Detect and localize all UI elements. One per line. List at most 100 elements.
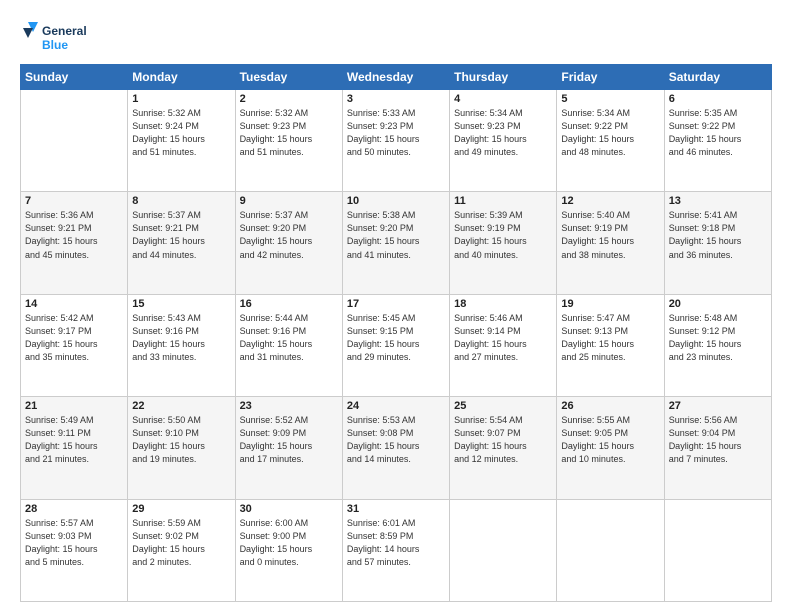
calendar-cell: 18Sunrise: 5:46 AM Sunset: 9:14 PM Dayli… [450, 294, 557, 396]
day-info: Sunrise: 5:55 AM Sunset: 9:05 PM Dayligh… [561, 414, 659, 466]
calendar-cell: 22Sunrise: 5:50 AM Sunset: 9:10 PM Dayli… [128, 397, 235, 499]
calendar-cell: 23 Sunrise: 5:52 AM Sunset: 9:09 PM Dayli… [235, 397, 342, 499]
day-number: 25 [454, 400, 552, 412]
calendar-cell: 10 Sunrise: 5:38 AM Sunset: 9:20 PM Dayli… [342, 192, 449, 294]
calendar-cell: 30 Sunrise: 6:00 AM Sunset: 9:00 PM Dayli… [235, 499, 342, 601]
day-number: 27 [669, 400, 767, 412]
logo-svg: General Blue [20, 18, 90, 56]
calendar-week-5: 28Sunrise: 5:57 AM Sunset: 9:03 PM Dayli… [21, 499, 772, 601]
day-info: Sunrise: 5:32 AM Sunset: 9:24 PM Dayligh… [132, 107, 230, 159]
day-info: Sunrise: 5:52 AM Sunset: 9:09 PM Dayligh… [240, 414, 338, 466]
day-number: 13 [669, 195, 767, 207]
day-number: 24 [347, 400, 445, 412]
calendar-cell: 7 Sunrise: 5:36 AM Sunset: 9:21 PM Daylig… [21, 192, 128, 294]
col-header-thursday: Thursday [450, 65, 557, 90]
day-info: Sunrise: 5:43 AM Sunset: 9:16 PM Dayligh… [132, 312, 230, 364]
day-number: 5 [561, 93, 659, 105]
day-info: Sunrise: 5:53 AM Sunset: 9:08 PM Dayligh… [347, 414, 445, 466]
day-info: Sunrise: 5:38 AM Sunset: 9:20 PM Dayligh… [347, 209, 445, 261]
calendar-cell [664, 499, 771, 601]
day-number: 6 [669, 93, 767, 105]
logo: General Blue [20, 18, 90, 56]
day-info: Sunrise: 5:41 AM Sunset: 9:18 PM Dayligh… [669, 209, 767, 261]
day-number: 7 [25, 195, 123, 207]
day-number: 3 [347, 93, 445, 105]
col-header-sunday: Sunday [21, 65, 128, 90]
day-number: 20 [669, 298, 767, 310]
calendar-cell: 20 Sunrise: 5:48 AM Sunset: 9:12 PM Dayli… [664, 294, 771, 396]
day-number: 18 [454, 298, 552, 310]
day-info: Sunrise: 6:01 AM Sunset: 8:59 PM Dayligh… [347, 517, 445, 569]
day-number: 15 [132, 298, 230, 310]
calendar-cell: 17Sunrise: 5:45 AM Sunset: 9:15 PM Dayli… [342, 294, 449, 396]
day-number: 31 [347, 503, 445, 515]
day-info: Sunrise: 5:37 AM Sunset: 9:20 PM Dayligh… [240, 209, 338, 261]
svg-text:General: General [42, 24, 87, 38]
page-header: General Blue [20, 18, 772, 56]
calendar-cell: 15 Sunrise: 5:43 AM Sunset: 9:16 PM Dayli… [128, 294, 235, 396]
day-number: 29 [132, 503, 230, 515]
day-number: 16 [240, 298, 338, 310]
day-info: Sunrise: 5:32 AM Sunset: 9:23 PM Dayligh… [240, 107, 338, 159]
day-info: Sunrise: 5:34 AM Sunset: 9:22 PM Dayligh… [561, 107, 659, 159]
calendar-cell: 2 Sunrise: 5:32 AM Sunset: 9:23 PM Daylig… [235, 90, 342, 192]
day-number: 22 [132, 400, 230, 412]
day-number: 11 [454, 195, 552, 207]
col-header-monday: Monday [128, 65, 235, 90]
calendar-cell: 12 Sunrise: 5:40 AM Sunset: 9:19 PM Dayli… [557, 192, 664, 294]
calendar-cell: 24 Sunrise: 5:53 AM Sunset: 9:08 PM Dayli… [342, 397, 449, 499]
calendar-cell: 5 Sunrise: 5:34 AM Sunset: 9:22 PM Daylig… [557, 90, 664, 192]
day-info: Sunrise: 5:40 AM Sunset: 9:19 PM Dayligh… [561, 209, 659, 261]
day-info: Sunrise: 5:44 AM Sunset: 9:16 PM Dayligh… [240, 312, 338, 364]
day-info: Sunrise: 6:00 AM Sunset: 9:00 PM Dayligh… [240, 517, 338, 569]
calendar-cell: 27Sunrise: 5:56 AM Sunset: 9:04 PM Dayli… [664, 397, 771, 499]
day-number: 4 [454, 93, 552, 105]
calendar-cell: 31 Sunrise: 6:01 AM Sunset: 8:59 PM Dayli… [342, 499, 449, 601]
day-number: 28 [25, 503, 123, 515]
svg-text:Blue: Blue [42, 38, 68, 52]
calendar-week-4: 21 Sunrise: 5:49 AM Sunset: 9:11 PM Dayli… [21, 397, 772, 499]
calendar-cell: 19 Sunrise: 5:47 AM Sunset: 9:13 PM Dayli… [557, 294, 664, 396]
calendar-cell: 21 Sunrise: 5:49 AM Sunset: 9:11 PM Dayli… [21, 397, 128, 499]
col-header-saturday: Saturday [664, 65, 771, 90]
day-number: 14 [25, 298, 123, 310]
calendar-cell: 16 Sunrise: 5:44 AM Sunset: 9:16 PM Dayli… [235, 294, 342, 396]
day-number: 10 [347, 195, 445, 207]
day-info: Sunrise: 5:34 AM Sunset: 9:23 PM Dayligh… [454, 107, 552, 159]
calendar-cell [557, 499, 664, 601]
calendar-cell: 25Sunrise: 5:54 AM Sunset: 9:07 PM Dayli… [450, 397, 557, 499]
calendar-cell: 6 Sunrise: 5:35 AM Sunset: 9:22 PM Daylig… [664, 90, 771, 192]
calendar-table: SundayMondayTuesdayWednesdayThursdayFrid… [20, 64, 772, 602]
calendar-cell: 9 Sunrise: 5:37 AM Sunset: 9:20 PM Daylig… [235, 192, 342, 294]
day-info: Sunrise: 5:59 AM Sunset: 9:02 PM Dayligh… [132, 517, 230, 569]
day-info: Sunrise: 5:33 AM Sunset: 9:23 PM Dayligh… [347, 107, 445, 159]
calendar-cell: 1Sunrise: 5:32 AM Sunset: 9:24 PM Daylig… [128, 90, 235, 192]
day-number: 12 [561, 195, 659, 207]
day-number: 2 [240, 93, 338, 105]
day-number: 9 [240, 195, 338, 207]
day-info: Sunrise: 5:49 AM Sunset: 9:11 PM Dayligh… [25, 414, 123, 466]
day-info: Sunrise: 5:35 AM Sunset: 9:22 PM Dayligh… [669, 107, 767, 159]
day-info: Sunrise: 5:36 AM Sunset: 9:21 PM Dayligh… [25, 209, 123, 261]
day-number: 17 [347, 298, 445, 310]
day-info: Sunrise: 5:48 AM Sunset: 9:12 PM Dayligh… [669, 312, 767, 364]
calendar-header-row: SundayMondayTuesdayWednesdayThursdayFrid… [21, 65, 772, 90]
col-header-friday: Friday [557, 65, 664, 90]
day-number: 23 [240, 400, 338, 412]
calendar-cell: 3 Sunrise: 5:33 AM Sunset: 9:23 PM Daylig… [342, 90, 449, 192]
day-number: 30 [240, 503, 338, 515]
calendar-cell: 8Sunrise: 5:37 AM Sunset: 9:21 PM Daylig… [128, 192, 235, 294]
calendar-cell: 26 Sunrise: 5:55 AM Sunset: 9:05 PM Dayli… [557, 397, 664, 499]
day-number: 19 [561, 298, 659, 310]
calendar-cell: 4 Sunrise: 5:34 AM Sunset: 9:23 PM Daylig… [450, 90, 557, 192]
calendar-cell: 14Sunrise: 5:42 AM Sunset: 9:17 PM Dayli… [21, 294, 128, 396]
calendar-cell: 13 Sunrise: 5:41 AM Sunset: 9:18 PM Dayli… [664, 192, 771, 294]
day-info: Sunrise: 5:47 AM Sunset: 9:13 PM Dayligh… [561, 312, 659, 364]
calendar-page: General Blue SundayMondayTuesdayWednesda… [0, 0, 792, 612]
day-number: 21 [25, 400, 123, 412]
calendar-cell: 11 Sunrise: 5:39 AM Sunset: 9:19 PM Dayli… [450, 192, 557, 294]
day-number: 26 [561, 400, 659, 412]
calendar-cell [450, 499, 557, 601]
day-info: Sunrise: 5:39 AM Sunset: 9:19 PM Dayligh… [454, 209, 552, 261]
col-header-wednesday: Wednesday [342, 65, 449, 90]
